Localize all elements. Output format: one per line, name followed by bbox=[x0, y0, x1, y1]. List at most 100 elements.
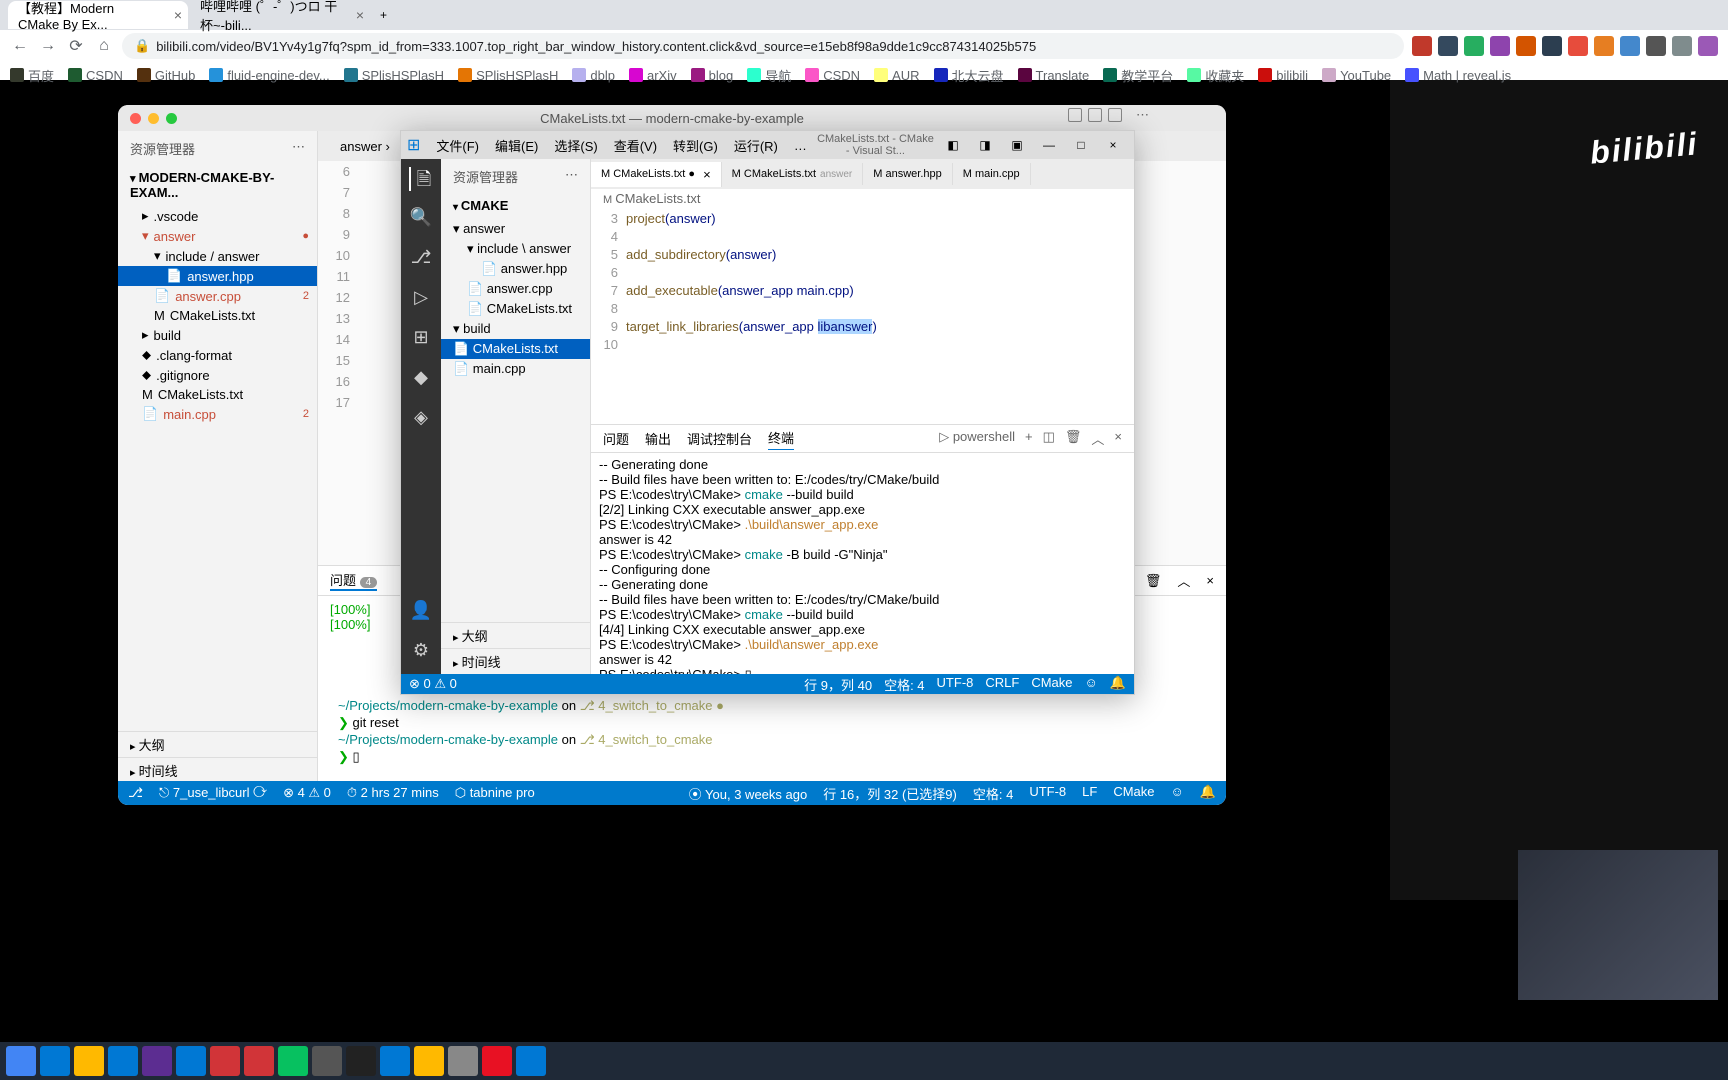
extension-icon[interactable] bbox=[1646, 36, 1666, 56]
new-tab-button[interactable]: + bbox=[372, 1, 402, 29]
taskbar-app-icon[interactable] bbox=[6, 1046, 36, 1076]
shell-selector[interactable]: ▷ powershell bbox=[939, 429, 1015, 448]
integrated-terminal[interactable]: ~/Projects/modern-cmake-by-example on ⎇ … bbox=[338, 697, 1166, 765]
bookmark-item[interactable]: 百度 bbox=[10, 66, 54, 85]
taskbar-app-icon[interactable] bbox=[482, 1046, 512, 1076]
tree-file[interactable]: 📄 answer.hpp bbox=[118, 266, 317, 286]
extension-icon[interactable] bbox=[1490, 36, 1510, 56]
close-icon[interactable]: × bbox=[1114, 429, 1122, 448]
close-icon[interactable]: × bbox=[1098, 135, 1128, 155]
problems-tab[interactable]: 问题 bbox=[603, 429, 629, 448]
tree-folder[interactable]: ▾ answer bbox=[441, 219, 590, 239]
remote-icon[interactable]: ⎇ bbox=[128, 785, 143, 801]
language-mode[interactable]: CMake bbox=[1113, 784, 1154, 803]
bookmark-item[interactable]: CSDN bbox=[68, 68, 123, 83]
maximize-icon[interactable] bbox=[166, 113, 177, 124]
tree-file[interactable]: M CMakeLists.txt bbox=[118, 385, 317, 404]
home-icon[interactable]: ⌂ bbox=[94, 37, 114, 55]
extension-icon[interactable] bbox=[1698, 36, 1718, 56]
taskbar-app-icon[interactable] bbox=[448, 1046, 478, 1076]
encoding-status[interactable]: UTF-8 bbox=[1029, 784, 1066, 803]
bookmark-item[interactable]: 教学平台 bbox=[1103, 66, 1173, 85]
bookmark-item[interactable]: 导航 bbox=[747, 66, 791, 85]
layout-icon[interactable]: ◧ bbox=[938, 135, 968, 155]
bookmark-item[interactable]: dblp bbox=[572, 68, 615, 83]
output-tab[interactable]: 输出 bbox=[645, 429, 671, 448]
taskbar-app-icon[interactable] bbox=[346, 1046, 376, 1076]
close-icon[interactable] bbox=[130, 113, 141, 124]
extension-icon[interactable] bbox=[1516, 36, 1536, 56]
trash-icon[interactable]: 🗑 bbox=[1145, 573, 1162, 589]
outline-section[interactable]: ▸ 大纲 bbox=[441, 622, 591, 648]
bookmark-item[interactable]: 北大云盘 bbox=[934, 66, 1004, 85]
close-icon[interactable]: × bbox=[356, 7, 364, 23]
menu-view[interactable]: 查看(V) bbox=[608, 134, 663, 157]
browser-tab-active[interactable]: 【教程】Modern CMake By Ex...× bbox=[8, 1, 188, 29]
cursor-position[interactable]: 行 9，列 40 bbox=[804, 675, 872, 694]
feedback-icon[interactable]: ☺ bbox=[1171, 784, 1184, 803]
taskbar-app-icon[interactable] bbox=[244, 1046, 274, 1076]
more-icon[interactable]: ⋯ bbox=[565, 167, 578, 186]
extension-icon[interactable] bbox=[1620, 36, 1640, 56]
gear-icon[interactable]: ⚙ bbox=[409, 640, 433, 664]
tree-folder[interactable]: ▸ .vscode bbox=[118, 206, 317, 226]
bookmark-item[interactable]: Translate bbox=[1018, 68, 1090, 83]
layout-icon[interactable]: ▣ bbox=[1002, 135, 1032, 155]
bookmark-icon[interactable]: ◈ bbox=[409, 407, 433, 431]
time-tracking[interactable]: ⏱ 2 hrs 27 mins bbox=[347, 785, 439, 801]
close-icon[interactable]: × bbox=[174, 7, 182, 23]
chevron-up-icon[interactable]: ︿ bbox=[1091, 429, 1104, 448]
trash-icon[interactable]: 🗑 bbox=[1065, 429, 1082, 448]
tree-file[interactable]: 📄 main.cpp bbox=[441, 359, 590, 379]
taskbar-app-icon[interactable] bbox=[40, 1046, 70, 1076]
bookmark-item[interactable]: Math | reveal.js bbox=[1405, 68, 1511, 83]
terminal-tab[interactable]: 终端 bbox=[768, 428, 794, 450]
debug-icon[interactable]: ▷ bbox=[409, 287, 433, 311]
bell-icon[interactable]: 🔔 bbox=[1110, 675, 1126, 694]
tree-folder[interactable]: ▾ build bbox=[441, 319, 590, 339]
tree-file[interactable]: 📄 answer.cpp2 bbox=[118, 286, 317, 306]
extension-icon[interactable] bbox=[1594, 36, 1614, 56]
chevron-up-icon[interactable]: ︿ bbox=[1177, 571, 1190, 590]
taskbar-app-icon[interactable] bbox=[142, 1046, 172, 1076]
editor-tab[interactable]: M CMakeLists.txt ● × bbox=[591, 162, 722, 187]
bookmark-item[interactable]: CSDN bbox=[805, 68, 860, 83]
bookmark-item[interactable]: AUR bbox=[874, 68, 919, 83]
indent-status[interactable]: 空格: 4 bbox=[884, 675, 924, 694]
reload-icon[interactable]: ⟳ bbox=[66, 36, 86, 56]
tree-file[interactable]: ⬥ .clang-format bbox=[118, 345, 317, 365]
tree-file[interactable]: 📄 main.cpp2 bbox=[118, 404, 317, 424]
menu-more[interactable]: … bbox=[788, 136, 813, 155]
tree-file[interactable]: 📄 answer.hpp bbox=[441, 259, 590, 279]
encoding-status[interactable]: UTF-8 bbox=[937, 675, 974, 694]
taskbar-app-icon[interactable] bbox=[210, 1046, 240, 1076]
extension-icon[interactable] bbox=[1672, 36, 1692, 56]
menu-go[interactable]: 转到(G) bbox=[667, 134, 724, 157]
menu-select[interactable]: 选择(S) bbox=[548, 134, 603, 157]
breadcrumb[interactable]: M CMakeLists.txt bbox=[591, 189, 1134, 208]
taskbar-app-icon[interactable] bbox=[74, 1046, 104, 1076]
eol-status[interactable]: CRLF bbox=[985, 675, 1019, 694]
breadcrumb[interactable]: answer › bbox=[328, 135, 402, 158]
tree-folder[interactable]: ▾ answer● bbox=[118, 226, 317, 246]
tree-folder[interactable]: ▾ include \ answer bbox=[441, 239, 590, 259]
extension-icon[interactable] bbox=[1568, 36, 1588, 56]
git-branch[interactable]: ⎋ 7_use_libcurl ⟳ bbox=[159, 785, 267, 801]
layout-icon[interactable]: ◨ bbox=[970, 135, 1000, 155]
bookmark-item[interactable]: blog bbox=[691, 68, 734, 83]
taskbar-app-icon[interactable] bbox=[414, 1046, 444, 1076]
forward-icon[interactable]: → bbox=[38, 37, 58, 55]
taskbar-app-icon[interactable] bbox=[108, 1046, 138, 1076]
cursor-position[interactable]: 行 16，列 32 (已选择9) bbox=[823, 784, 957, 803]
player-layout-icon[interactable] bbox=[1108, 108, 1122, 122]
account-icon[interactable]: 👤 bbox=[409, 600, 433, 624]
close-icon[interactable]: × bbox=[1206, 573, 1214, 588]
tree-file[interactable]: M CMakeLists.txt bbox=[118, 306, 317, 325]
editor-tab[interactable]: M CMakeLists.txt answer bbox=[722, 163, 864, 185]
timeline-section[interactable]: ▸ 时间线 bbox=[441, 648, 591, 674]
outline-section[interactable]: ▸ 大纲 bbox=[118, 731, 317, 757]
minimize-icon[interactable]: — bbox=[1034, 135, 1064, 155]
extension-icon[interactable] bbox=[1542, 36, 1562, 56]
player-layout-icon[interactable] bbox=[1068, 108, 1082, 122]
bookmark-item[interactable]: 收藏夹 bbox=[1187, 66, 1244, 85]
